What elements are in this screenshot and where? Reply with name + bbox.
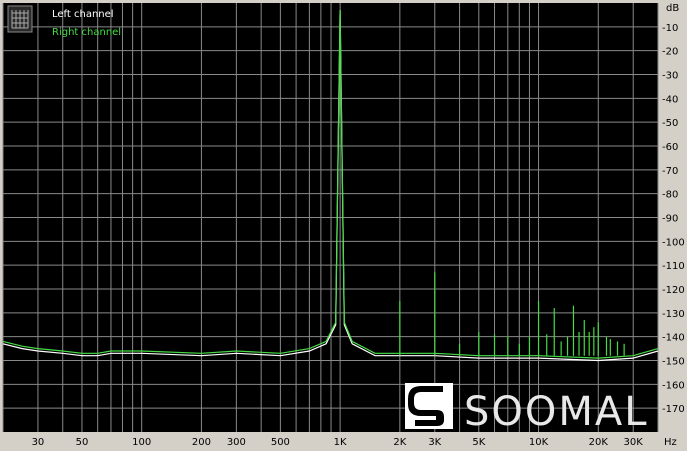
y-tick-label: -30 [662, 71, 678, 82]
x-tick-label: 50 [76, 437, 89, 448]
y-tick-label: -150 [662, 357, 685, 368]
y-tick-label: -70 [662, 166, 678, 177]
y-tick-label: -80 [662, 190, 678, 201]
x-unit-label: Hz [664, 437, 677, 448]
legend-left-channel: Left channel [52, 9, 114, 20]
y-tick-label: -20 [662, 47, 678, 58]
legend-right-channel: Right channel [52, 27, 121, 38]
x-tick-label: 30K [624, 437, 644, 448]
y-tick-label: -90 [662, 214, 678, 225]
y-tick-label: -140 [662, 333, 685, 344]
y-tick-label: -60 [662, 142, 678, 153]
logo-text: SOOMAL [464, 389, 649, 435]
spectrum-chart: 30 50 100 200 300 500 1K 2K 3K 5K 10K 20K 30K -10 -20… [0, 0, 687, 451]
y-tick-label: -170 [662, 404, 685, 415]
x-tick-label: 100 [132, 437, 151, 448]
x-tick-label: 1K [334, 437, 347, 448]
soomal-logo: SOOMAL [405, 383, 649, 435]
x-tick-label: 2K [393, 437, 406, 448]
x-tick-label: 500 [271, 437, 290, 448]
x-tick-label: 10K [529, 437, 549, 448]
y-tick-label: -160 [662, 380, 685, 391]
x-tick-label: 3K [428, 437, 441, 448]
x-tick-label: 30 [32, 437, 45, 448]
y-tick-label: -110 [662, 261, 685, 272]
spectrum-chart-svg: 30 50 100 200 300 500 1K 2K 3K 5K 10K 20K 30K -10 -20… [0, 0, 687, 451]
y-tick-label: -40 [662, 94, 678, 105]
y-tick-label: -100 [662, 237, 685, 248]
y-tick-label: -130 [662, 309, 685, 320]
y-tick-label: -50 [662, 118, 678, 129]
x-tick-label: 5K [472, 437, 485, 448]
x-tick-label: 200 [192, 437, 211, 448]
x-tick-label: 300 [227, 437, 246, 448]
x-tick-label: 20K [589, 437, 609, 448]
y-tick-label: -120 [662, 285, 685, 296]
y-unit-label: dB [666, 3, 679, 14]
y-tick-label: -10 [662, 23, 678, 34]
